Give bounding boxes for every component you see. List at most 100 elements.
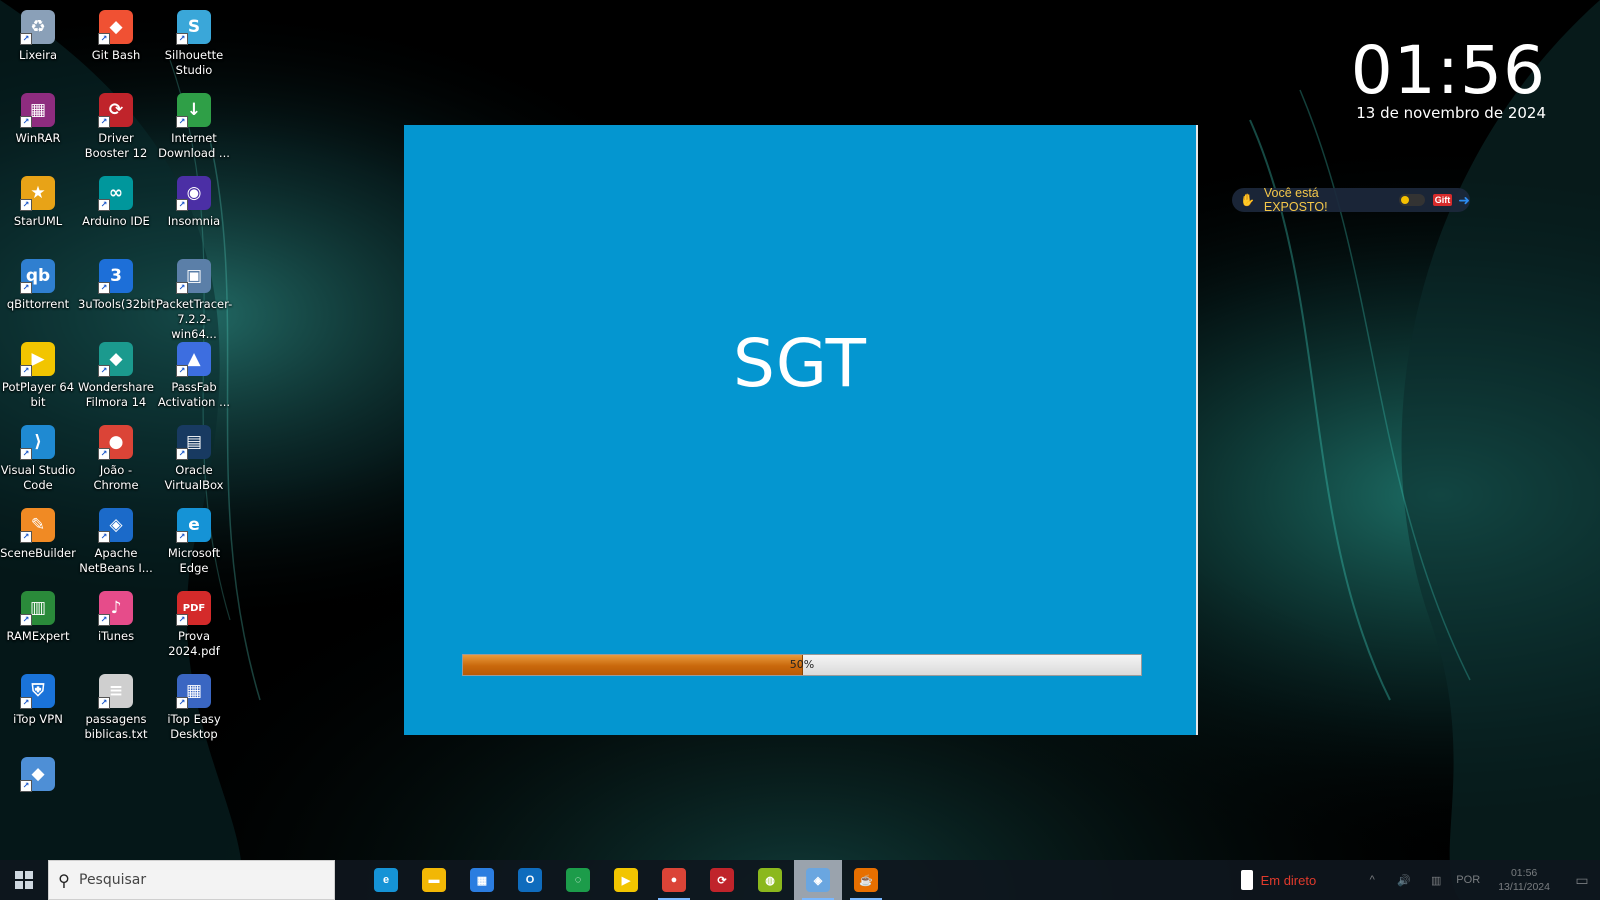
filmora-icon: ◆ ↗ [98, 342, 133, 377]
desktop-icon[interactable]: qb ↗ qBittorrent [0, 255, 76, 312]
desktop-icon-label: RAMExpert [6, 629, 70, 643]
taskbar-app-spotify-like[interactable]: ◌ [554, 860, 602, 900]
desktop-icon[interactable]: e ↗ Microsoft Edge [156, 504, 232, 576]
desktop-icon[interactable]: ▦ ↗ WinRAR [0, 89, 76, 146]
taskbar-app-microsoft-store[interactable]: ▦ [458, 860, 506, 900]
volume-icon[interactable]: 🔊 [1388, 874, 1420, 887]
edge-icon: e [374, 868, 398, 892]
shortcut-arrow-icon: ↗ [98, 282, 110, 294]
chameleon-icon: ◍ [758, 868, 782, 892]
desktop-icon[interactable]: ▥ ↗ RAMExpert [0, 587, 76, 644]
taskbar-search-box[interactable]: ⚲ Pesquisar [48, 860, 335, 900]
tray-datetime[interactable]: 01:56 13/11/2024 [1498, 866, 1550, 894]
shortcut-arrow-icon: ↗ [98, 448, 110, 460]
desktop-icon-label: Apache NetBeans I... [79, 546, 153, 575]
ramexpert-icon: ▥ ↗ [20, 591, 55, 626]
desktop-icon[interactable]: ♻ ↗ Lixeira [0, 6, 76, 63]
notifications-icon[interactable]: ▭ [1564, 872, 1600, 889]
news-widget[interactable]: Em direto [1240, 870, 1316, 890]
desktop-icon[interactable]: 3 ↗ 3uTools(32bit) [78, 255, 160, 312]
start-button[interactable] [0, 860, 48, 900]
vpn-toggle[interactable] [1398, 194, 1425, 206]
itop-easy-desktop-icon: ▦ ↗ [176, 674, 211, 709]
arrow-right-icon[interactable]: ➜ [1458, 192, 1470, 209]
shortcut-arrow-icon: ↗ [176, 697, 188, 709]
shortcut-arrow-icon: ↗ [176, 365, 188, 377]
desktop-icon-label: iTop VPN [13, 712, 63, 726]
taskbar-app-outlook[interactable]: O [506, 860, 554, 900]
shortcut-arrow-icon: ↗ [176, 531, 188, 543]
desktop-icon-label: 3uTools(32bit) [78, 297, 160, 311]
desktop-icon-label: Prova 2024.pdf [168, 629, 220, 658]
desktop-icon[interactable]: ↓ ↗ Internet Download ... [156, 89, 232, 161]
git-bash-icon: ◆ ↗ [98, 10, 133, 45]
taskbar-app-chameleon[interactable]: ◍ [746, 860, 794, 900]
spotify-like-icon: ◌ [566, 868, 590, 892]
desktop-icon[interactable]: ♪ ↗ iTunes [78, 587, 154, 644]
gift-badge[interactable]: Gift [1432, 194, 1453, 206]
outlook-icon: O [518, 868, 542, 892]
winrar-icon: ▦ ↗ [20, 93, 55, 128]
desktop-icon-label: PotPlayer 64 bit [1, 380, 75, 409]
desktop-icon-label: iTop Easy Desktop [167, 712, 221, 741]
edge-icon: e ↗ [176, 508, 211, 543]
3utools-icon: 3 ↗ [98, 259, 133, 294]
text-file-icon: ≡ ↗ [98, 674, 133, 709]
hidden-icons-chevron-icon[interactable]: ^ [1356, 874, 1388, 886]
desktop-icon[interactable]: ✎ ↗ SceneBuilder [0, 504, 76, 561]
shortcut-arrow-icon: ↗ [176, 282, 188, 294]
chrome-icon: ● [662, 868, 686, 892]
desktop-icon[interactable]: ⟩ ↗ Visual Studio Code [0, 421, 76, 493]
desktop-icon[interactable]: ▦ ↗ iTop Easy Desktop [156, 670, 232, 742]
desktop-icon[interactable]: ◆ ↗ Git Bash [78, 6, 154, 63]
taskbar-app-chrome[interactable]: ● [650, 860, 698, 900]
desktop-icon[interactable]: ⟳ ↗ Driver Booster 12 [78, 89, 154, 161]
taskbar-app-edge[interactable]: e [362, 860, 410, 900]
passfab-icon: ▲ ↗ [176, 342, 211, 377]
driver-booster-icon: ⟳ [710, 868, 734, 892]
insomnia-icon: ◉ ↗ [176, 176, 211, 211]
netbeans-icon: ◈ ↗ [98, 508, 133, 543]
shortcut-arrow-icon: ↗ [20, 697, 32, 709]
desktop-icon[interactable]: ◆ ↗ [0, 753, 76, 795]
shortcut-arrow-icon: ↗ [20, 614, 32, 626]
packet-tracer-installer-icon: ▣ ↗ [176, 259, 211, 294]
desktop-icon[interactable]: ◉ ↗ Insomnia [156, 172, 232, 229]
taskbar-app-netbeans[interactable]: ◈ [794, 860, 842, 900]
app-shortcut-icon: ◆ ↗ [20, 757, 55, 792]
desktop-icon[interactable]: ◈ ↗ Apache NetBeans I... [78, 504, 154, 576]
desktop-icon[interactable]: ▣ ↗ PacketTracer-7.2.2-win64... [156, 255, 232, 342]
desktop-icon-label: Lixeira [18, 48, 58, 62]
desktop-icon[interactable]: ▤ ↗ Oracle VirtualBox [156, 421, 232, 493]
taskbar-app-driver-booster[interactable]: ⟳ [698, 860, 746, 900]
desktop-icon-label: Internet Download ... [158, 131, 230, 160]
desktop-icon[interactable]: PDF ↗ Prova 2024.pdf [156, 587, 232, 659]
desktop-icon-label: iTunes [97, 629, 135, 643]
vpn-status-widget[interactable]: ✋ Você está EXPOSTO! Gift ➜ [1232, 186, 1470, 214]
qbittorrent-icon: qb ↗ [20, 259, 55, 294]
shortcut-arrow-icon: ↗ [98, 614, 110, 626]
desktop-icon[interactable]: ∞ ↗ Arduino IDE [78, 172, 154, 229]
desktop-icon-label: Silhouette Studio [164, 48, 224, 77]
taskbar-app-potplayer[interactable]: ▶ [602, 860, 650, 900]
taskbar-app-java[interactable]: ☕ [842, 860, 890, 900]
desktop-icon[interactable]: ● ↗ João - Chrome [78, 421, 154, 493]
shortcut-arrow-icon: ↗ [176, 116, 188, 128]
desktop-icon[interactable]: ▲ ↗ PassFab Activation ... [156, 338, 232, 410]
loading-progress-bar: 50% [462, 654, 1142, 676]
desktop-icon[interactable]: ★ ↗ StarUML [0, 172, 76, 229]
desktop-icon[interactable]: ⛨ ↗ iTop VPN [0, 670, 76, 727]
language-indicator[interactable]: POR [1452, 874, 1484, 886]
desktop-icon[interactable]: S ↗ Silhouette Studio [156, 6, 232, 78]
network-icon[interactable]: ▥ [1420, 874, 1452, 887]
desktop-icon[interactable]: ◆ ↗ Wondershare Filmora 14 [78, 338, 154, 410]
search-placeholder: Pesquisar [79, 872, 147, 888]
shortcut-arrow-icon: ↗ [20, 199, 32, 211]
taskbar-pinned-apps: e ▬ ▦ O ◌ ▶ ● ⟳ ◍ ◈ ☕ [362, 860, 890, 900]
vscode-icon: ⟩ ↗ [20, 425, 55, 460]
shortcut-arrow-icon: ↗ [98, 531, 110, 543]
desktop-icon[interactable]: ≡ ↗ passagens biblicas.txt [78, 670, 154, 742]
desktop-icon[interactable]: ▶ ↗ PotPlayer 64 bit [0, 338, 76, 410]
taskbar-app-file-explorer[interactable]: ▬ [410, 860, 458, 900]
desktop-icon-label: Visual Studio Code [0, 463, 76, 492]
